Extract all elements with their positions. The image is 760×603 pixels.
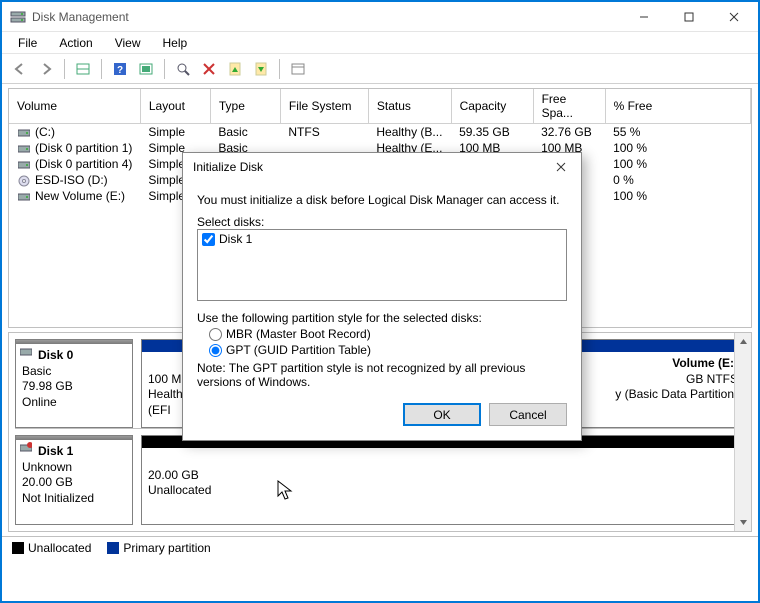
cancel-button[interactable]: Cancel [489,403,567,426]
disk1-checkbox[interactable] [202,233,215,246]
disk0-name: Disk 0 [38,348,73,362]
legend-primary-swatch [107,542,119,554]
properties-button[interactable] [223,57,247,81]
disk1-status: Not Initialized [22,491,126,507]
menu-help[interactable]: Help [153,34,198,52]
close-icon [556,162,566,172]
settings-button[interactable] [286,57,310,81]
partition-style-label: Use the following partition style for th… [197,311,567,325]
disk1-size: 20.00 GB [22,475,126,491]
delete-button[interactable] [197,57,221,81]
disk-offline-icon [20,442,32,454]
back-button[interactable] [8,57,32,81]
close-button[interactable] [711,3,756,31]
disk-row-1: Disk 1 Unknown 20.00 GB Not Initialized … [15,435,745,525]
app-icon [10,9,26,25]
col-type[interactable]: Type [210,89,280,124]
ok-button[interactable]: OK [403,403,481,426]
diskmap-scrollbar[interactable] [734,333,751,531]
gpt-option[interactable]: GPT (GUID Partition Table) [209,343,567,357]
toolbar: ? [2,54,758,84]
refresh-button[interactable] [134,57,158,81]
legend-unalloc-swatch [12,542,24,554]
dialog-title: Initialize Disk [193,160,263,174]
legend: Unallocated Primary partition [2,536,758,558]
disk-icon [20,346,32,358]
dialog-note: Note: The GPT partition style is not rec… [197,361,567,389]
disk0-status: Online [22,395,126,411]
volume-icon [17,159,31,171]
scroll-down-button[interactable] [735,514,751,531]
disk1-part1[interactable]: 20.00 GB Unallocated [141,435,745,525]
menu-action[interactable]: Action [49,34,102,52]
disk-select-list[interactable]: Disk 1 [197,229,567,301]
col-pct[interactable]: % Free [605,89,750,124]
mbr-option[interactable]: MBR (Master Boot Record) [209,327,567,341]
action-button[interactable] [249,57,273,81]
volume-icon [17,175,31,187]
col-layout[interactable]: Layout [140,89,210,124]
col-capacity[interactable]: Capacity [451,89,533,124]
disk1-info[interactable]: Disk 1 Unknown 20.00 GB Not Initialized [15,435,133,525]
disk0-size: 79.98 GB [22,379,126,395]
dialog-intro: You must initialize a disk before Logica… [197,193,567,207]
initialize-disk-dialog: Initialize Disk You must initialize a di… [182,152,582,441]
col-volume[interactable]: Volume [9,89,140,124]
mbr-radio[interactable] [209,328,222,341]
volume-icon [17,127,31,139]
help-button[interactable]: ? [108,57,132,81]
scroll-up-button[interactable] [735,333,751,350]
forward-button[interactable] [34,57,58,81]
volume-row[interactable]: (C:)SimpleBasicNTFSHealthy (B...59.35 GB… [9,124,751,141]
show-hide-button[interactable] [71,57,95,81]
disk1-type: Unknown [22,460,126,476]
col-fs[interactable]: File System [280,89,368,124]
col-free[interactable]: Free Spa... [533,89,605,124]
col-status[interactable]: Status [368,89,451,124]
minimize-button[interactable] [621,3,666,31]
rescan-button[interactable] [171,57,195,81]
legend-primary-label: Primary partition [123,541,210,555]
mbr-label: MBR (Master Boot Record) [226,327,371,341]
svg-text:?: ? [117,65,123,76]
maximize-button[interactable] [666,3,711,31]
disk1-name: Disk 1 [38,444,73,458]
disk-select-item[interactable]: Disk 1 [202,232,562,246]
gpt-radio[interactable] [209,344,222,357]
disk1-part1-status: Unallocated [148,483,738,499]
disk0-info[interactable]: Disk 0 Basic 79.98 GB Online [15,339,133,428]
disk0-part2-name: Volume (E:) [672,356,738,370]
menu-file[interactable]: File [8,34,47,52]
window-title: Disk Management [32,10,129,24]
legend-unalloc-label: Unallocated [28,541,91,555]
gpt-label: GPT (GUID Partition Table) [226,343,371,357]
dialog-titlebar[interactable]: Initialize Disk [183,153,581,181]
window-titlebar: Disk Management [2,2,758,32]
disk1-label: Disk 1 [219,232,252,246]
volume-list-header: Volume Layout Type File System Status Ca… [9,89,751,124]
dialog-close-button[interactable] [547,155,575,179]
select-disks-label: Select disks: [197,215,567,229]
menu-view[interactable]: View [105,34,151,52]
disk1-part1-size: 20.00 GB [148,468,738,484]
volume-icon [17,191,31,203]
menubar: File Action View Help [2,32,758,54]
volume-icon [17,143,31,155]
disk0-type: Basic [22,364,126,380]
